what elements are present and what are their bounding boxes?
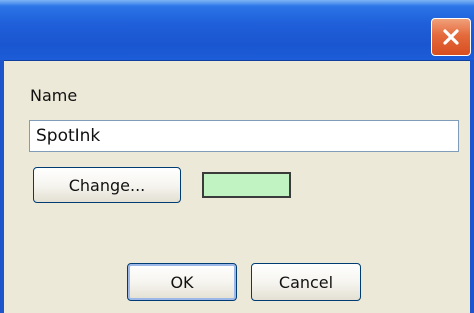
- name-field[interactable]: [29, 120, 459, 152]
- ok-button[interactable]: OK: [127, 263, 237, 301]
- name-label: Name: [30, 86, 78, 105]
- title-bar[interactable]: [0, 0, 474, 61]
- color-swatch: [202, 172, 291, 198]
- window-border-left: [0, 60, 4, 313]
- close-icon: [443, 29, 459, 45]
- close-button[interactable]: [431, 18, 471, 56]
- title-bar-highlight: [0, 0, 474, 6]
- cancel-button[interactable]: Cancel: [251, 263, 361, 301]
- dialog-window: Name Change... OK Cancel: [0, 0, 474, 313]
- window-border-right: [470, 60, 474, 313]
- change-color-button[interactable]: Change...: [33, 167, 181, 203]
